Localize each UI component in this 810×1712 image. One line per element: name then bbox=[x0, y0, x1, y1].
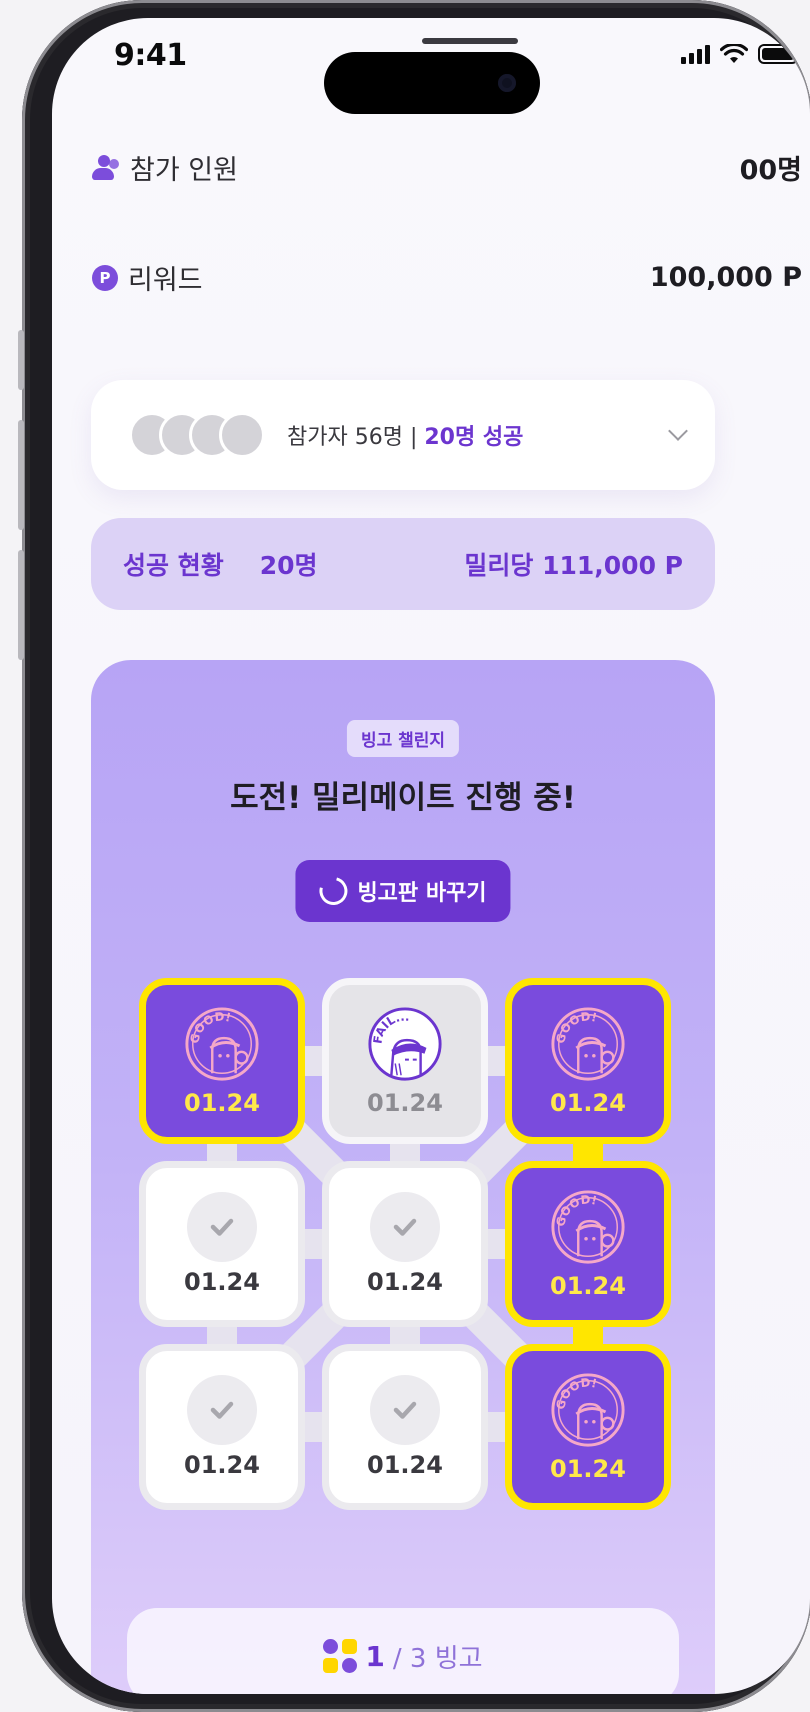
status-icons bbox=[681, 44, 802, 64]
good-stamp-icon: GOOD! bbox=[185, 1007, 259, 1081]
bingo-cell-date: 01.24 bbox=[550, 1089, 626, 1117]
bingo-counter: 1 / 3 빙고 bbox=[127, 1608, 679, 1694]
check-icon bbox=[370, 1192, 440, 1262]
dynamic-island bbox=[324, 52, 540, 114]
success-status-label: 성공 현황 bbox=[123, 551, 224, 580]
participants-label: 참가 인원 bbox=[130, 155, 238, 186]
participants-value: 00명 bbox=[739, 155, 802, 186]
good-stamp-icon: GOOD! bbox=[551, 1007, 625, 1081]
chevron-down-icon[interactable] bbox=[668, 421, 688, 441]
participants-dropdown[interactable]: 참가자 56명 | 20명 성공 bbox=[91, 380, 715, 490]
change-bingo-board-button[interactable]: 빙고판 바꾸기 bbox=[295, 860, 511, 922]
silent-switch bbox=[18, 330, 24, 390]
success-status-bar: 성공 현황 20명 밀리당 111,000 P bbox=[91, 518, 715, 610]
speaker-grille bbox=[422, 38, 518, 44]
point-icon: P bbox=[92, 264, 118, 291]
battery-icon bbox=[758, 44, 802, 64]
people-icon bbox=[92, 154, 120, 181]
bingo-cell-date: 01.24 bbox=[367, 1268, 443, 1296]
avatar-group bbox=[129, 412, 265, 458]
fail-stamp-icon: FAIL... bbox=[368, 1007, 442, 1081]
screen: 9:41 참가 인원 00명 P 리워드 100,000 P 참가자 56명 |… bbox=[52, 18, 810, 1694]
check-icon bbox=[370, 1375, 440, 1445]
success-status-count: 20명 bbox=[259, 551, 318, 580]
bingo-cell-date: 01.24 bbox=[367, 1451, 443, 1479]
volume-down-button bbox=[18, 550, 24, 660]
bingo-challenge-tag: 빙고 챌린지 bbox=[346, 720, 460, 757]
volume-up-button bbox=[18, 420, 24, 530]
avatar bbox=[219, 412, 265, 458]
reward-row: P 리워드 100,000 P bbox=[92, 258, 802, 297]
change-bingo-board-label: 빙고판 바꾸기 bbox=[357, 881, 487, 906]
bingo-cell-date: 01.24 bbox=[550, 1455, 626, 1483]
bingo-cell-empty[interactable]: 01.24 bbox=[139, 1161, 305, 1327]
bingo-cell-date: 01.24 bbox=[367, 1089, 443, 1117]
refresh-icon bbox=[314, 871, 353, 911]
bingo-cell-good[interactable]: GOOD! 01.24 bbox=[505, 1161, 671, 1327]
bingo-cell-empty[interactable]: 01.24 bbox=[322, 1344, 488, 1510]
participants-count-text: 참가자 56명 | bbox=[287, 425, 425, 450]
bingo-cell-date: 01.24 bbox=[550, 1272, 626, 1300]
camera-icon bbox=[498, 74, 516, 92]
good-stamp-icon: GOOD! bbox=[551, 1373, 625, 1447]
bingo-cell-good[interactable]: GOOD! 01.24 bbox=[505, 1344, 671, 1510]
check-icon bbox=[187, 1192, 257, 1262]
success-count-text: 20명 성공 bbox=[424, 425, 524, 450]
reward-per-person: 밀리당 111,000 P bbox=[464, 551, 683, 580]
bingo-cell-empty[interactable]: 01.24 bbox=[139, 1344, 305, 1510]
reward-label: 리워드 bbox=[128, 265, 203, 296]
reward-value: 100,000 P bbox=[649, 262, 802, 293]
bingo-cell-date: 01.24 bbox=[184, 1451, 260, 1479]
bingo-cell-fail[interactable]: FAIL... 01.24 bbox=[322, 978, 488, 1144]
bingo-cell-date: 01.24 bbox=[184, 1268, 260, 1296]
wifi-icon bbox=[720, 44, 748, 63]
bingo-cell-date: 01.24 bbox=[184, 1089, 260, 1117]
good-stamp-icon: GOOD! bbox=[551, 1190, 625, 1264]
bingo-icon bbox=[323, 1639, 358, 1673]
bingo-cell-good[interactable]: GOOD! 01.24 bbox=[139, 978, 305, 1144]
participants-summary: 참가자 56명 | 20명 성공 bbox=[287, 419, 523, 451]
check-icon bbox=[187, 1375, 257, 1445]
bingo-title: 도전! 밀리메이트 진행 중! bbox=[230, 780, 576, 816]
cellular-signal-icon bbox=[681, 44, 710, 64]
bingo-count-current: 1 bbox=[365, 1639, 385, 1673]
bingo-board: GOOD! 01.24 FAIL... 01.24 GOOD! 01.24 01.24 01.… bbox=[139, 978, 671, 1510]
status-time: 9:41 bbox=[114, 38, 187, 73]
participants-row: 참가 인원 00명 bbox=[92, 148, 802, 187]
bingo-count-total: / 3 빙고 bbox=[392, 1643, 483, 1674]
bingo-cell-empty[interactable]: 01.24 bbox=[322, 1161, 488, 1327]
bingo-cell-good[interactable]: GOOD! 01.24 bbox=[505, 978, 671, 1144]
bingo-card: 빙고 챌린지 도전! 밀리메이트 진행 중! 빙고판 바꾸기 GOOD! 01.… bbox=[91, 660, 715, 1694]
